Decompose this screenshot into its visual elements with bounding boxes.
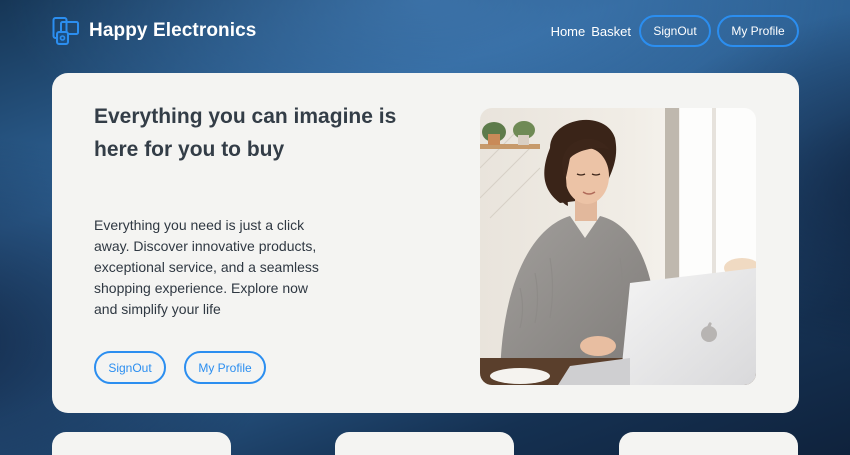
site-header: Happy Electronics Home Basket SignOut My… xyxy=(0,0,850,64)
main-nav: Home Basket SignOut My Profile xyxy=(551,15,799,47)
feature-card xyxy=(619,432,798,455)
brand-name: Happy Electronics xyxy=(89,20,257,41)
woman-using-laptop-photo xyxy=(480,108,756,385)
brand[interactable]: Happy Electronics xyxy=(52,16,256,46)
nav-home-link[interactable]: Home xyxy=(551,24,586,39)
devices-icon xyxy=(52,17,79,45)
feature-card xyxy=(335,432,514,455)
nav-signout-button[interactable]: SignOut xyxy=(639,15,711,47)
hero-card: Everything you can imagine is here for y… xyxy=(52,73,799,413)
hero-description: Everything you need is just a click away… xyxy=(94,217,319,317)
nav-basket-link[interactable]: Basket xyxy=(591,24,631,39)
feature-card xyxy=(52,432,231,455)
hero-profile-button[interactable]: My Profile xyxy=(184,351,266,384)
nav-profile-button[interactable]: My Profile xyxy=(717,15,799,47)
hero-signout-button[interactable]: SignOut xyxy=(94,351,166,384)
hero-title: Everything you can imagine is here for y… xyxy=(94,105,397,161)
